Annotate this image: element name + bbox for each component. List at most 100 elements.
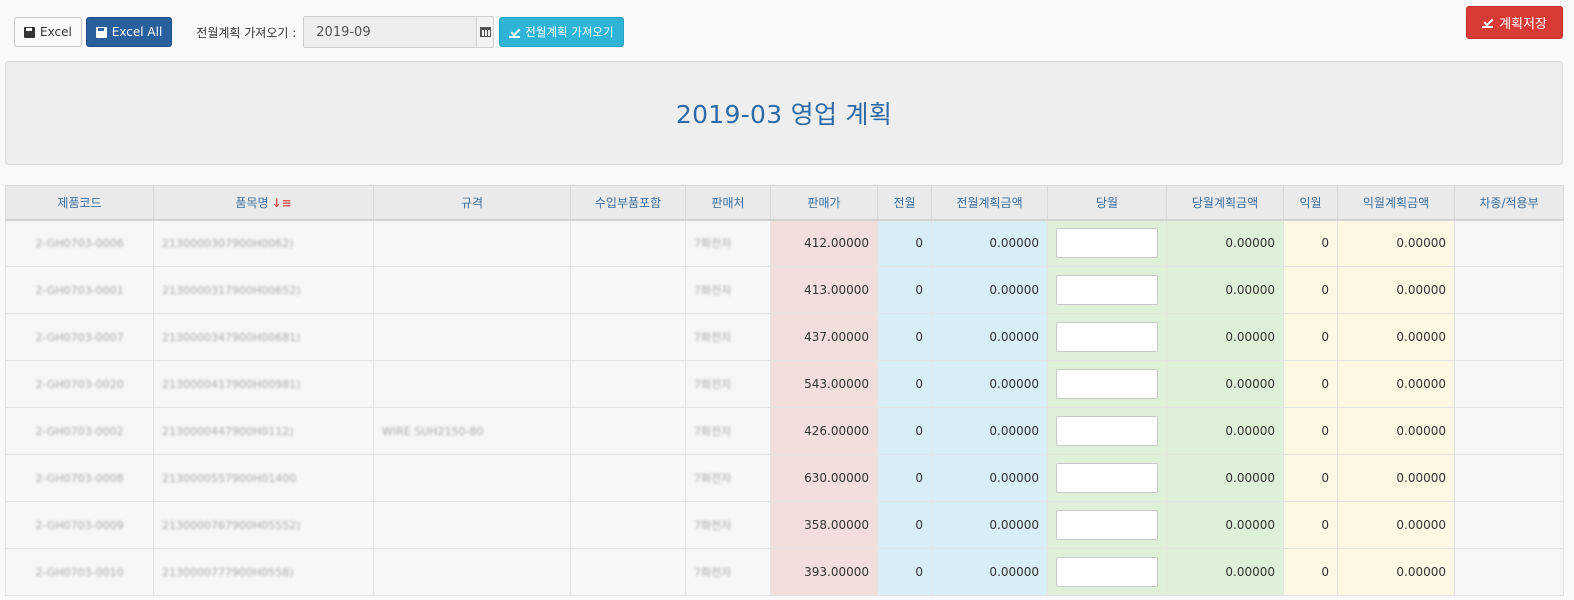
save-plan-label: 계획저장 <box>1499 17 1547 32</box>
table-row[interactable]: 2-GH0703-0006 2130000307900H0062) 7화전자 4… <box>5 219 1564 267</box>
cell-import-parts <box>570 360 686 408</box>
month-picker <box>303 16 495 48</box>
table-row[interactable]: 2-GH0703-0010 2130000777900H0558) 7화전자 3… <box>5 548 1564 596</box>
cell-prev-amount: 0.00000 <box>931 407 1048 455</box>
cur-month-input[interactable] <box>1056 463 1158 493</box>
header-cur-month[interactable]: 당월 <box>1047 185 1167 221</box>
cell-text: 2130000347900H00681) <box>162 331 301 344</box>
toolbar: Excel Excel All 전월계획 가져오기 : 전월계획 가져오기 <box>14 16 624 48</box>
header-seller[interactable]: 판매처 <box>685 185 771 221</box>
cell-next-amount: 0.00000 <box>1337 548 1455 596</box>
cell-prev-amount: 0.00000 <box>931 313 1048 361</box>
cur-month-input[interactable] <box>1056 275 1158 305</box>
cell-next-amount: 0.00000 <box>1337 360 1455 408</box>
cell-text: 7화전자 <box>694 331 732 344</box>
cell-text: 7화전자 <box>694 566 732 579</box>
excel-label: Excel <box>40 25 72 39</box>
cell-spec: WIRE SUH2150-80 <box>373 407 571 455</box>
check-tray-icon <box>509 27 521 38</box>
cell-import-parts <box>570 313 686 361</box>
header-label: 당월계획금액 <box>1191 195 1259 210</box>
header-car-type[interactable]: 차종/적용부 <box>1454 185 1564 221</box>
cell-next-month: 0 <box>1283 548 1338 596</box>
cell-next-month: 0 <box>1283 360 1338 408</box>
header-cur-amount[interactable]: 당월계획금액 <box>1166 185 1284 221</box>
sales-plan-table: 제품코드 품목명 ↓≡ 규격 수입부품포함 판매처 판매가 전월 전월계획금액 당… <box>5 185 1564 596</box>
cell-product-code: 2-GH0703-0007 <box>5 313 154 361</box>
cur-month-input[interactable] <box>1056 228 1158 259</box>
cell-prev-month: 0 <box>877 266 932 314</box>
cell-product-code: 2-GH0703-0002 <box>5 407 154 455</box>
cell-next-amount: 0.00000 <box>1337 501 1455 549</box>
save-plan-button[interactable]: 계획저장 <box>1466 6 1563 39</box>
header-prev-amount[interactable]: 전월계획금액 <box>931 185 1048 221</box>
cell-price: 413.00000 <box>770 266 878 314</box>
cell-cur-amount: 0.00000 <box>1166 360 1284 408</box>
table-row[interactable]: 2-GH0703-0007 2130000347900H00681) 7화전자 … <box>5 313 1564 361</box>
cell-text: 2130000767900H05552) <box>162 519 301 532</box>
header-spec[interactable]: 규격 <box>373 185 571 221</box>
cell-prev-amount: 0.00000 <box>931 219 1048 267</box>
cell-item-name: 2130000307900H0062) <box>153 219 374 267</box>
cell-text: 2-GH0703-0020 <box>35 378 124 391</box>
cell-spec <box>373 454 571 502</box>
month-input[interactable] <box>304 17 477 47</box>
sort-desc-icon[interactable]: ↓≡ <box>272 196 292 210</box>
cell-seller: 7화전자 <box>685 266 771 314</box>
header-next-amount[interactable]: 익월계획금액 <box>1337 185 1455 221</box>
cell-cur-amount: 0.00000 <box>1166 266 1284 314</box>
cur-month-input[interactable] <box>1056 369 1158 399</box>
cell-next-amount: 0.00000 <box>1337 313 1455 361</box>
header-item-name[interactable]: 품목명 ↓≡ <box>153 185 374 221</box>
header-label: 전월 <box>893 195 916 210</box>
header-product-code[interactable]: 제품코드 <box>5 185 154 221</box>
cell-prev-month: 0 <box>877 501 932 549</box>
calendar-icon <box>479 27 491 37</box>
table-row[interactable]: 2-GH0703-0008 2130000557900H01400 7화전자 6… <box>5 454 1564 502</box>
cell-seller: 7화전자 <box>685 219 771 267</box>
table-row[interactable]: 2-GH0703-0020 2130000417900H00981) 7화전자 … <box>5 360 1564 408</box>
table-header-row: 제품코드 품목명 ↓≡ 규격 수입부품포함 판매처 판매가 전월 전월계획금액 당… <box>5 185 1564 221</box>
cur-month-input[interactable] <box>1056 557 1158 587</box>
cell-prev-month: 0 <box>877 313 932 361</box>
cell-cur-month <box>1047 548 1167 596</box>
cell-cur-month <box>1047 501 1167 549</box>
cell-next-amount: 0.00000 <box>1337 407 1455 455</box>
cell-text: 2-GH0703-0007 <box>35 331 124 344</box>
cell-car-type <box>1454 501 1564 549</box>
cell-car-type <box>1454 266 1564 314</box>
excel-all-button[interactable]: Excel All <box>85 17 173 47</box>
cur-month-input[interactable] <box>1056 416 1158 446</box>
cell-text: 2130000447900H0112) <box>162 425 294 438</box>
sales-plan-page: Excel Excel All 전월계획 가져오기 : 전월계획 가져오기 계획… <box>0 0 1574 600</box>
table-row[interactable]: 2-GH0703-0001 2130000317900H00652) 7화전자 … <box>5 266 1564 314</box>
cell-cur-amount: 0.00000 <box>1166 454 1284 502</box>
header-import-parts[interactable]: 수입부품포함 <box>570 185 686 221</box>
cell-prev-month: 0 <box>877 548 932 596</box>
table-row[interactable]: 2-GH0703-0009 2130000767900H05552) 7화전자 … <box>5 501 1564 549</box>
cell-cur-month <box>1047 360 1167 408</box>
cell-seller: 7화전자 <box>685 407 771 455</box>
header-price[interactable]: 판매가 <box>770 185 878 221</box>
cell-seller: 7화전자 <box>685 313 771 361</box>
cell-seller: 7화전자 <box>685 501 771 549</box>
cell-item-name: 2130000777900H0558) <box>153 548 374 596</box>
cell-next-month: 0 <box>1283 454 1338 502</box>
excel-button[interactable]: Excel <box>14 17 82 47</box>
cell-import-parts <box>570 501 686 549</box>
cur-month-input[interactable] <box>1056 510 1158 540</box>
cell-text: 7화전자 <box>694 284 732 297</box>
table-row[interactable]: 2-GH0703-0002 2130000447900H0112) WIRE S… <box>5 407 1564 455</box>
header-prev-month[interactable]: 전월 <box>877 185 932 221</box>
cell-text: 7화전자 <box>694 378 732 391</box>
cell-cur-amount: 0.00000 <box>1166 313 1284 361</box>
calendar-button[interactable] <box>476 17 494 47</box>
cell-text: 2-GH0703-0006 <box>35 237 124 251</box>
header-next-month[interactable]: 익월 <box>1283 185 1338 221</box>
load-prev-plan-button[interactable]: 전월계획 가져오기 <box>499 17 624 47</box>
header-label: 익월계획금액 <box>1362 195 1430 210</box>
cur-month-input[interactable] <box>1056 322 1158 352</box>
cell-product-code: 2-GH0703-0009 <box>5 501 154 549</box>
cell-spec <box>373 360 571 408</box>
cell-spec <box>373 548 571 596</box>
